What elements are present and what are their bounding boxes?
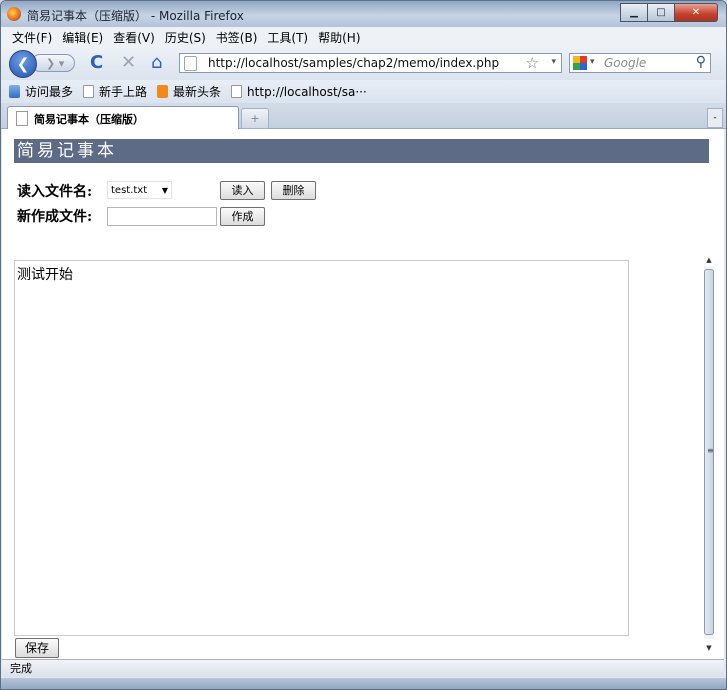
bookmark-star-icon[interactable]: ☆ — [526, 54, 539, 72]
page-title: 简易记事本 — [14, 139, 709, 163]
bookmark-most-visited[interactable]: 访问最多 — [9, 83, 73, 100]
home-icon[interactable]: ⌂ — [151, 53, 162, 73]
bookmarks-toolbar: 访问最多 新手上路 最新头条 http://localhost/sa··· — [1, 80, 726, 103]
rss-icon — [157, 85, 169, 98]
page-icon — [184, 56, 197, 71]
menu-edit[interactable]: 编辑(E) — [57, 27, 108, 46]
status-text: 完成 — [10, 662, 32, 675]
forward-button[interactable]: ❯ ▾ — [31, 54, 75, 72]
firefox-logo-icon — [7, 7, 21, 21]
title-bar[interactable]: 简易记事本（压缩版） - Mozilla Firefox ▁ □ ✕ — [1, 1, 726, 27]
save-button[interactable]: 保存 — [15, 638, 59, 658]
maximize-button[interactable]: □ — [648, 3, 675, 22]
search-input[interactable]: Google — [604, 56, 646, 70]
status-bar: 完成 — [2, 659, 724, 677]
file-select[interactable]: test.txt ▼ — [107, 181, 172, 199]
bookmark-label: 访问最多 — [25, 85, 74, 99]
memo-textarea[interactable]: 测试开始 — [14, 260, 629, 636]
close-button[interactable]: ✕ — [675, 3, 718, 22]
page-icon — [16, 111, 28, 126]
scroll-track[interactable]: ≡ — [704, 267, 714, 639]
file-select-value: test.txt — [111, 185, 148, 196]
navigation-toolbar: ❯ ▾ ❮ C ✕ ⌂ http://localhost/samples/cha… — [1, 46, 726, 80]
menu-bar: 文件(F) 编辑(E) 查看(V) 历史(S) 书签(B) 工具(T) 帮助(H… — [1, 27, 726, 46]
bookmark-localhost[interactable]: http://localhost/sa··· — [231, 85, 367, 99]
menu-tools[interactable]: 工具(T) — [262, 27, 313, 46]
bookmark-latest-headlines[interactable]: 最新头条 — [157, 83, 221, 100]
tab-memo[interactable]: 简易记事本（压缩版） — [7, 106, 239, 129]
page-icon — [231, 85, 243, 98]
chevron-down-icon: ▼ — [161, 186, 168, 195]
window-controls: ▁ □ ✕ — [620, 3, 718, 22]
reload-icon[interactable]: C — [90, 53, 103, 73]
delete-button[interactable]: 删除 — [271, 181, 316, 200]
read-file-label: 读入文件名: — [17, 184, 93, 200]
page-icon — [83, 85, 95, 98]
menu-bookmarks[interactable]: 书签(B) — [211, 27, 263, 46]
scroll-thumb[interactable]: ≡ — [704, 269, 714, 635]
search-bar[interactable]: ▾ Google ⚲ — [569, 53, 711, 73]
scroll-up-icon[interactable]: ▲ — [702, 253, 716, 267]
menu-history[interactable]: 历史(S) — [160, 27, 211, 46]
search-icon[interactable]: ⚲ — [696, 54, 706, 70]
url-dropdown-icon[interactable]: ▾ — [551, 57, 556, 67]
new-tab-button[interactable]: + — [241, 108, 269, 129]
window-bottom-frame — [1, 678, 726, 689]
page-content: 简易记事本 读入文件名: test.txt ▼ 读入 删除 新作成文件: 作成 … — [2, 129, 724, 659]
create-button[interactable]: 作成 — [220, 207, 265, 226]
grip-icon: ≡ — [707, 446, 714, 455]
browser-window: 简易记事本（压缩版） - Mozilla Firefox ▁ □ ✕ 文件(F)… — [0, 0, 727, 690]
address-bar[interactable]: http://localhost/samples/chap2/memo/inde… — [179, 53, 562, 73]
search-engine-dropdown-icon[interactable]: ▾ — [590, 57, 595, 67]
most-visited-icon — [9, 85, 20, 98]
tab-bar: 简易记事本（压缩版） + - — [1, 103, 726, 129]
scroll-down-icon[interactable]: ▼ — [702, 641, 716, 655]
menu-file[interactable]: 文件(F) — [7, 27, 57, 46]
menu-help[interactable]: 帮助(H) — [313, 27, 365, 46]
read-button[interactable]: 读入 — [220, 181, 265, 200]
minimize-button[interactable]: ▁ — [620, 3, 648, 22]
bookmark-getting-started[interactable]: 新手上路 — [83, 83, 147, 100]
stop-icon[interactable]: ✕ — [121, 53, 136, 73]
url-text[interactable]: http://localhost/samples/chap2/memo/inde… — [208, 56, 499, 70]
new-file-input[interactable] — [107, 207, 217, 226]
tab-list-button[interactable]: - — [707, 108, 723, 128]
google-icon[interactable] — [573, 56, 587, 70]
bookmark-label: 新手上路 — [99, 85, 148, 99]
menu-view[interactable]: 查看(V) — [108, 27, 160, 46]
new-file-label: 新作成文件: — [17, 209, 93, 225]
back-button[interactable]: ❮ — [9, 50, 37, 78]
window-title: 简易记事本（压缩版） - Mozilla Firefox — [27, 9, 244, 23]
tab-label: 简易记事本（压缩版） — [34, 113, 144, 126]
vertical-scrollbar[interactable]: ▲ ≡ ▼ — [702, 253, 716, 655]
bookmark-label: http://localhost/sa··· — [247, 84, 367, 99]
bookmark-label: 最新头条 — [173, 85, 222, 99]
